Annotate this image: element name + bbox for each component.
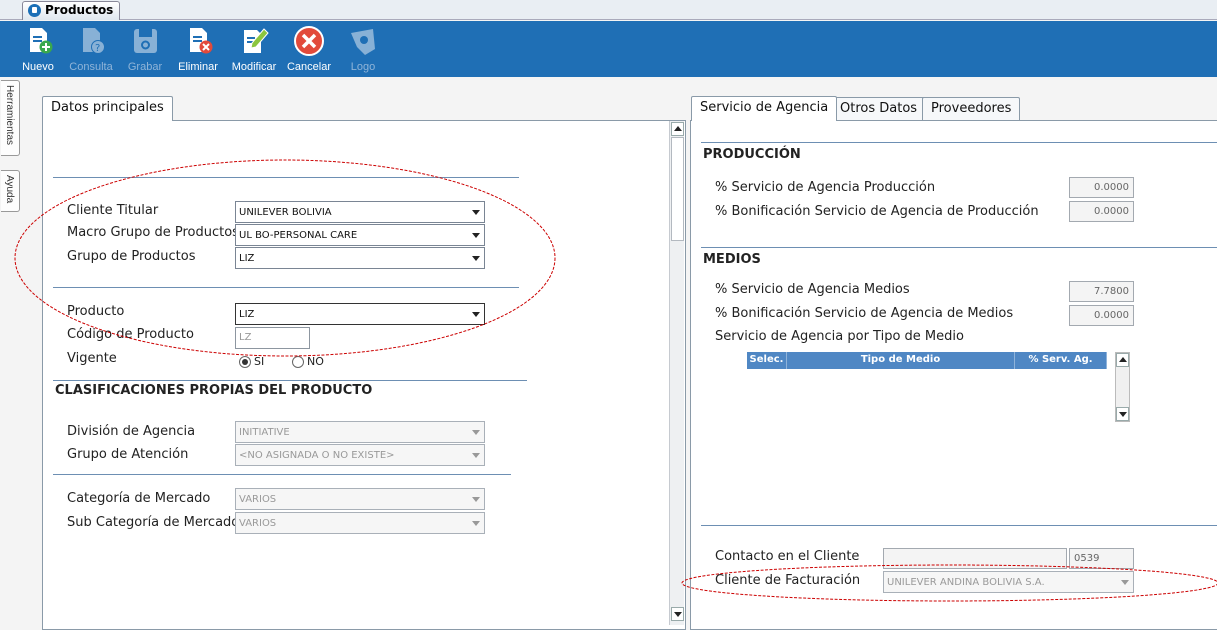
grupo-atencion-label: Grupo de Atención — [67, 447, 189, 462]
sub-categoria-select[interactable]: VARIOS — [235, 512, 485, 534]
chevron-down-icon — [472, 521, 480, 526]
bonificacion-medios-label: % Bonificación Servicio de Agencia de Me… — [715, 306, 1014, 321]
grid-scrollbar[interactable] — [1115, 352, 1130, 422]
left-panel: Cliente Titular UNILEVER BOLIVIA Macro G… — [42, 120, 686, 630]
tipo-medio-grid: Selec. Tipo de Medio % Serv. Ag. — [747, 352, 1107, 422]
chevron-down-icon — [472, 497, 480, 502]
document-tab-strip — [0, 0, 1217, 20]
svg-text:?: ? — [95, 43, 100, 54]
bonificacion-produccion-label: % Bonificación Servicio de Agencia de Pr… — [715, 204, 1039, 219]
query-document-icon: ? — [83, 28, 105, 54]
divider — [53, 474, 511, 475]
toolbar: Nuevo ? Consulta Grabar Eliminar Modific… — [0, 21, 1217, 77]
chevron-down-icon — [472, 233, 480, 238]
grid-col-selec[interactable]: Selec. — [747, 352, 787, 369]
chevron-down-icon — [472, 210, 480, 215]
document-tab-label: Productos — [45, 3, 114, 17]
servicio-medios-input[interactable]: 7.7800 — [1069, 281, 1134, 302]
chevron-down-icon — [472, 312, 480, 317]
scroll-down-icon[interactable] — [671, 607, 684, 621]
scroll-up-icon[interactable] — [1116, 353, 1129, 367]
division-agencia-select[interactable]: INITIATIVE — [235, 421, 485, 443]
categoria-mercado-label: Categoría de Mercado — [67, 491, 211, 506]
macro-grupo-select[interactable]: UL BO-PERSONAL CARE — [235, 224, 485, 246]
new-button[interactable]: Nuevo — [10, 21, 66, 77]
save-disk-icon — [134, 29, 157, 53]
grid-col-serv-ag[interactable]: % Serv. Ag. — [1015, 352, 1107, 369]
chevron-down-icon — [1121, 580, 1129, 585]
tab-datos-principales[interactable]: Datos principales — [42, 96, 173, 121]
categoria-mercado-select[interactable]: VARIOS — [235, 488, 485, 510]
left-panel-scrollbar[interactable] — [669, 121, 684, 625]
new-document-icon — [30, 28, 53, 54]
chevron-down-icon — [472, 256, 480, 261]
cliente-facturacion-select[interactable]: UNILEVER ANDINA BOLIVIA S.A. — [883, 571, 1134, 593]
delete-document-icon — [190, 28, 213, 54]
macro-grupo-label: Macro Grupo de Productos — [67, 225, 239, 240]
vigente-label: Vigente — [67, 351, 117, 366]
cancel-button[interactable]: Cancelar — [281, 21, 337, 77]
grid-col-tipo-medio[interactable]: Tipo de Medio — [787, 352, 1015, 369]
medios-title: MEDIOS — [703, 252, 761, 267]
servicio-medios-label: % Servicio de Agencia Medios — [715, 282, 910, 297]
delete-button[interactable]: Eliminar — [170, 21, 226, 77]
divider — [53, 380, 527, 381]
vigente-si-radio[interactable] — [239, 356, 251, 368]
divider — [53, 287, 519, 288]
chevron-down-icon — [472, 430, 480, 435]
clasificaciones-title: CLASIFICACIONES PROPIAS DEL PRODUCTO — [55, 383, 373, 398]
producto-label: Producto — [67, 304, 125, 319]
codigo-producto-input[interactable]: LZ — [235, 327, 310, 349]
codigo-producto-label: Código de Producto — [67, 327, 194, 342]
product-icon — [28, 4, 41, 17]
save-button[interactable]: Grabar — [117, 21, 173, 77]
tab-otros-datos[interactable]: Otros Datos — [831, 97, 927, 121]
divider — [701, 247, 1217, 248]
sub-categoria-label: Sub Categoría de Mercado — [67, 515, 240, 530]
side-tab-herramientas[interactable]: Herramientas — [1, 80, 20, 156]
grupo-atencion-select[interactable]: <NO ASIGNADA O NO EXISTE> — [235, 444, 485, 466]
divider — [53, 177, 519, 178]
tab-proveedores[interactable]: Proveedores — [922, 97, 1021, 121]
producto-select[interactable]: LIZ — [235, 303, 485, 325]
produccion-title: PRODUCCIÓN — [703, 147, 801, 162]
contacto-cliente-input[interactable] — [883, 548, 1067, 569]
division-agencia-label: División de Agencia — [67, 424, 196, 439]
logo-button[interactable]: Logo — [335, 21, 391, 77]
document-tab-productos[interactable]: Productos — [22, 1, 121, 20]
logo-icon — [351, 29, 375, 55]
cliente-facturacion-label: Cliente de Facturación — [715, 573, 861, 588]
cancel-circle-icon — [294, 26, 324, 56]
servicio-produccion-label: % Servicio de Agencia Producción — [715, 180, 936, 195]
chevron-down-icon — [472, 453, 480, 458]
servicio-produccion-input[interactable]: 0.0000 — [1069, 177, 1134, 198]
grupo-productos-label: Grupo de Productos — [67, 249, 196, 264]
scroll-up-icon[interactable] — [671, 122, 684, 136]
side-tab-ayuda[interactable]: Ayuda — [1, 170, 20, 212]
cliente-titular-select[interactable]: UNILEVER BOLIVIA — [235, 201, 485, 223]
scroll-thumb[interactable] — [671, 137, 684, 241]
vigente-si-label: SI — [254, 355, 265, 368]
edit-document-icon — [244, 28, 269, 53]
contacto-codigo-input[interactable]: 0539 — [1069, 548, 1134, 569]
query-button[interactable]: ? Consulta — [63, 21, 119, 77]
vigente-no-label: NO — [307, 355, 324, 368]
servicio-tipo-medio-label: Servicio de Agencia por Tipo de Medio — [715, 329, 964, 344]
divider — [701, 142, 1217, 143]
scroll-down-icon[interactable] — [1116, 407, 1129, 421]
cliente-titular-label: Cliente Titular — [67, 203, 159, 218]
bonificacion-produccion-input[interactable]: 0.0000 — [1069, 201, 1134, 222]
vigente-no-radio[interactable] — [292, 356, 304, 368]
tab-servicio-agencia[interactable]: Servicio de Agencia — [691, 96, 838, 121]
bonificacion-medios-input[interactable]: 0.0000 — [1069, 305, 1134, 326]
right-panel: PRODUCCIÓN % Servicio de Agencia Producc… — [690, 120, 1217, 630]
grupo-productos-select[interactable]: LIZ — [235, 247, 485, 269]
modify-button[interactable]: Modificar — [226, 21, 282, 77]
contacto-cliente-label: Contacto en el Cliente — [715, 549, 860, 564]
divider — [701, 525, 1217, 526]
